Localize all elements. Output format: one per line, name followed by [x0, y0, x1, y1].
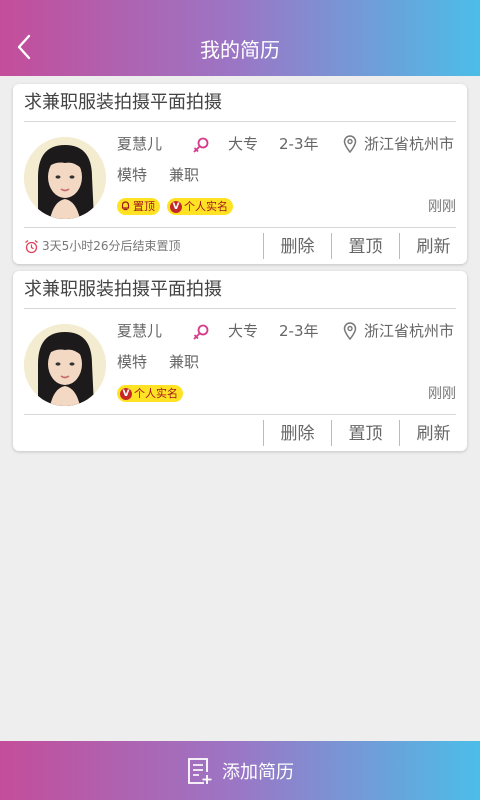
pinned-badge: 置顶: [117, 198, 160, 215]
resume-card[interactable]: 求兼职服装拍摄平面拍摄 夏慧儿 大专 2-3年 浙江省杭州市 模特 兼职 置顶: [13, 84, 467, 264]
pin-button[interactable]: 置顶: [331, 420, 399, 446]
update-time: 刚刚: [428, 199, 456, 215]
verified-v-icon: V: [170, 200, 182, 213]
refresh-button[interactable]: 刷新: [399, 233, 467, 259]
resume-title: 求兼职服装拍摄平面拍摄: [24, 279, 222, 300]
avatar: [24, 137, 106, 219]
badge-label: 置顶: [133, 200, 155, 213]
badge-label: 个人实名: [184, 200, 228, 213]
pin-button[interactable]: 置顶: [331, 233, 399, 259]
alarm-clock-icon: [25, 239, 38, 253]
delete-button[interactable]: 删除: [263, 420, 331, 446]
job-tag: 模特: [117, 353, 148, 371]
divider: [24, 308, 456, 309]
location: 浙江省杭州市: [364, 135, 455, 153]
female-icon: [193, 324, 209, 340]
pin-icon: [121, 201, 130, 211]
top-bar: 我的简历: [0, 0, 480, 76]
job-tag: 兼职: [169, 353, 200, 371]
divider: [24, 227, 456, 228]
divider: [24, 414, 456, 415]
resume-card[interactable]: 求兼职服装拍摄平面拍摄 夏慧儿 大专 2-3年 浙江省杭州市 模特 兼职 V 个…: [13, 271, 467, 451]
add-document-icon: [188, 757, 212, 784]
verified-badge: V 个人实名: [167, 198, 233, 215]
add-resume-button[interactable]: 添加简历: [0, 741, 480, 800]
location-pin-icon: [343, 135, 357, 153]
candidate-name: 夏慧儿: [117, 322, 163, 340]
experience: 2-3年: [279, 135, 319, 153]
badge-label: 个人实名: [134, 387, 178, 400]
page-title: 我的简历: [200, 38, 280, 62]
location-pin-icon: [343, 322, 357, 340]
add-resume-label: 添加简历: [222, 761, 294, 783]
education: 大专: [228, 322, 259, 340]
pin-countdown: 3天5小时26分后结束置顶: [24, 236, 181, 256]
education: 大专: [228, 135, 259, 153]
delete-button[interactable]: 删除: [263, 233, 331, 259]
avatar: [24, 324, 106, 406]
countdown-text: 3天5小时26分后结束置顶: [42, 239, 181, 253]
update-time: 刚刚: [428, 386, 456, 402]
resume-actions: 删除 置顶 刷新: [263, 419, 467, 447]
location: 浙江省杭州市: [364, 322, 455, 340]
job-tag: 兼职: [169, 166, 200, 184]
resume-title: 求兼职服装拍摄平面拍摄: [24, 92, 222, 113]
candidate-name: 夏慧儿: [117, 135, 163, 153]
verified-badge: V 个人实名: [117, 385, 183, 402]
job-tag: 模特: [117, 166, 148, 184]
resume-actions: 删除 置顶 刷新: [263, 232, 467, 260]
female-icon: [193, 137, 209, 153]
verified-v-icon: V: [120, 387, 132, 400]
divider: [24, 121, 456, 122]
refresh-button[interactable]: 刷新: [399, 420, 467, 446]
experience: 2-3年: [279, 322, 319, 340]
